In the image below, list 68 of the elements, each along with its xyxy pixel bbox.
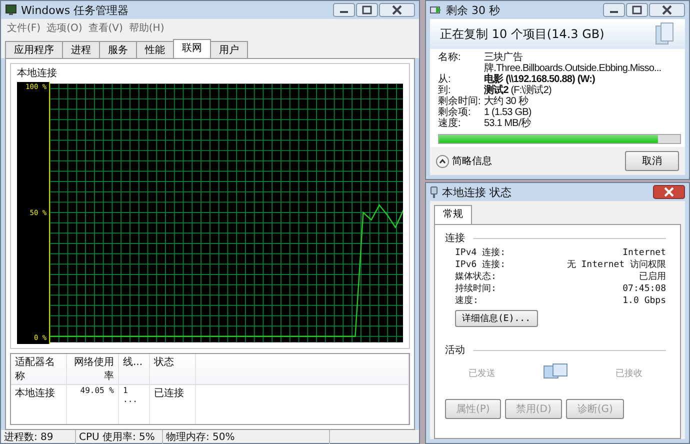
network-plug-icon bbox=[430, 186, 438, 198]
table-cell: 已连接 bbox=[150, 385, 196, 424]
window-title: 剩余 30 秒 bbox=[446, 2, 500, 18]
window-title: Windows 任务管理器 bbox=[21, 2, 129, 18]
detail-label: 剩余项: bbox=[438, 107, 472, 118]
status-text: 物理内存: 50% bbox=[163, 430, 330, 444]
copy-icon bbox=[430, 5, 442, 15]
detail-label: 速度: bbox=[438, 118, 462, 129]
detail-label: 到: bbox=[438, 85, 452, 96]
section-heading: 连接 bbox=[445, 232, 465, 245]
property-label: 持续时间: bbox=[455, 283, 496, 295]
detail-value: 三块广告牌.Three.Billboards.Outside.Ebbing.Misso... bbox=[484, 52, 662, 74]
menu-item[interactable]: 选项(O) bbox=[46, 21, 82, 35]
menu-item[interactable]: 帮助(H) bbox=[128, 21, 164, 35]
property-label: IPv4 连接: bbox=[455, 247, 506, 259]
property-label: 媒体状态: bbox=[455, 271, 496, 283]
tab[interactable]: 性能 bbox=[136, 41, 174, 58]
tab[interactable]: 服务 bbox=[99, 41, 137, 58]
table-cell: 本地连接 bbox=[11, 385, 67, 424]
detail-label: 剩余时间: bbox=[438, 96, 482, 107]
detail-label: 名称: bbox=[438, 52, 462, 65]
menu-item[interactable]: 查看(V) bbox=[88, 21, 123, 35]
window-title: 本地连接 状态 bbox=[442, 184, 512, 200]
property-value: 07:45:08 bbox=[622, 283, 666, 295]
tab[interactable]: 应用程序 bbox=[5, 41, 63, 58]
maximize-icon[interactable] bbox=[356, 3, 378, 17]
status-text: CPU 使用率: 5% bbox=[76, 430, 163, 444]
documents-icon bbox=[655, 22, 675, 46]
group-label: 本地连接 bbox=[17, 66, 58, 80]
close-icon[interactable] bbox=[653, 185, 685, 199]
tab[interactable]: 用户 bbox=[210, 41, 248, 58]
table-cell: 1 ... bbox=[119, 385, 150, 424]
tab[interactable]: 常规 bbox=[434, 205, 472, 224]
detail-value: 大约 30 秒 bbox=[484, 96, 528, 107]
details-toggle[interactable]: 简略信息 bbox=[436, 154, 492, 168]
property-value: Internet bbox=[622, 247, 666, 259]
column-header[interactable]: 状态 bbox=[150, 354, 196, 384]
chevron-up-icon bbox=[436, 154, 449, 168]
status-text: 进程数: 89 bbox=[1, 430, 76, 444]
property-label: 速度: bbox=[455, 295, 478, 307]
monitor-icon bbox=[5, 4, 17, 16]
minimize-icon[interactable] bbox=[603, 3, 625, 17]
table-cell: 49.05 % bbox=[67, 385, 119, 424]
column-header[interactable]: 网络使用率 bbox=[67, 354, 119, 384]
section-heading: 活动 bbox=[445, 344, 465, 357]
tab[interactable]: 进程 bbox=[62, 41, 100, 58]
maximize-icon[interactable] bbox=[626, 3, 648, 17]
cancel-button[interactable]: 取消 bbox=[625, 151, 679, 171]
detail-label: 从: bbox=[438, 74, 452, 85]
details-button[interactable]: 详细信息(E)... bbox=[455, 310, 538, 327]
received-label: 已接收 bbox=[616, 368, 642, 380]
column-header[interactable]: 适配器名称 bbox=[11, 354, 67, 384]
close-icon[interactable] bbox=[649, 3, 685, 17]
column-header[interactable]: 线... bbox=[119, 354, 150, 384]
detail-value: 1 (1.53 GB) bbox=[484, 107, 532, 118]
sent-label: 已发送 bbox=[468, 368, 496, 380]
property-value: 已启用 bbox=[639, 271, 666, 283]
tab[interactable]: 联网 bbox=[173, 39, 211, 58]
detail-value: 电影 (\\192.168.50.88) (W:) bbox=[484, 74, 595, 85]
minimize-icon[interactable] bbox=[333, 3, 355, 17]
copy-heading: 正在复制 10 个项目(14.3 GB) bbox=[440, 26, 604, 42]
property-label: IPv6 连接: bbox=[455, 259, 506, 271]
detail-value: 53.1 MB/秒 bbox=[484, 118, 530, 129]
close-icon[interactable] bbox=[379, 3, 415, 17]
property-value: 1.0 Gbps bbox=[622, 295, 666, 307]
detail-value: 测试2 (F:\测试2) bbox=[484, 85, 552, 96]
menu-item[interactable]: 文件(F) bbox=[7, 21, 41, 35]
property-value: 无 Internet 访问权限 bbox=[566, 259, 666, 271]
